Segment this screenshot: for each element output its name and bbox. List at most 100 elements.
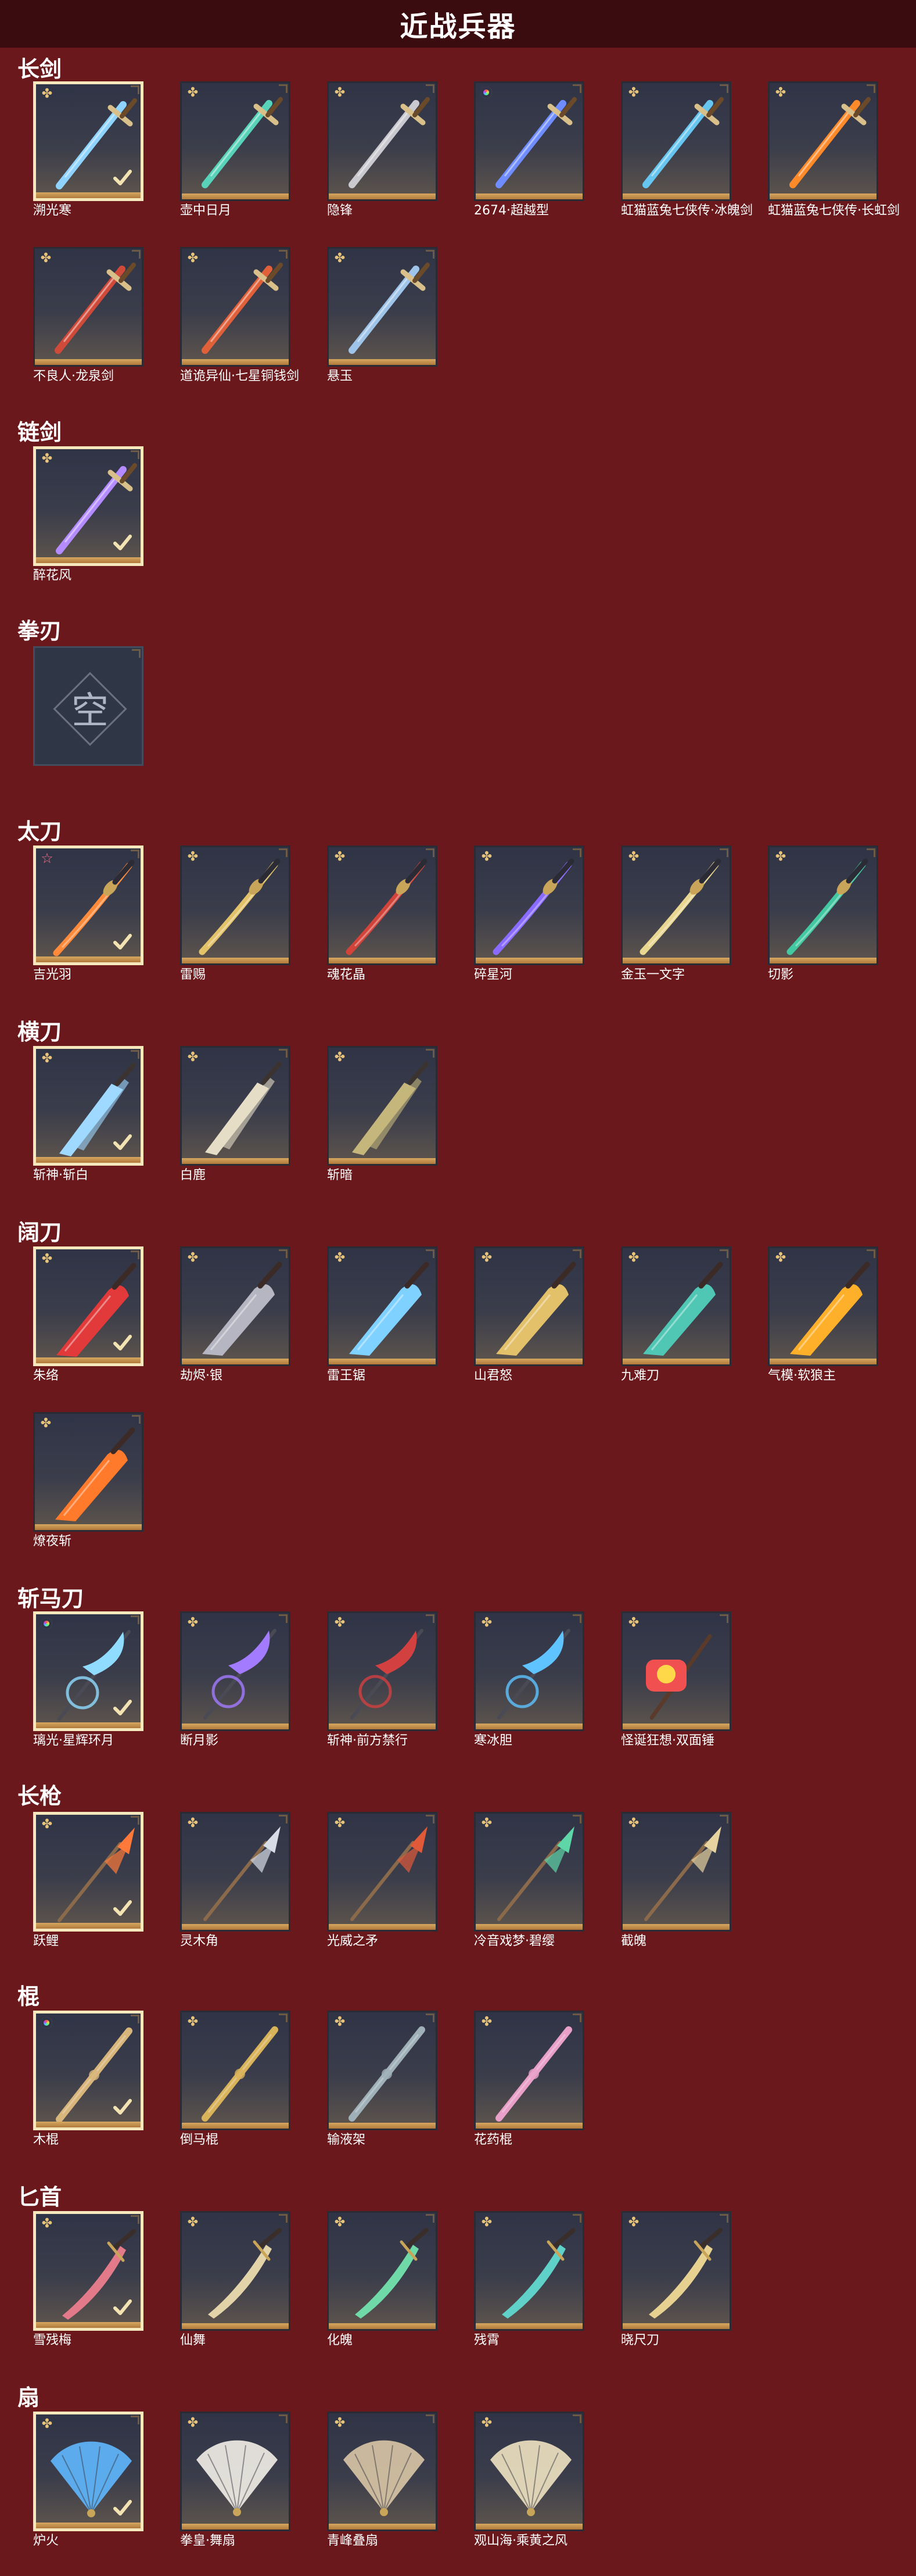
weapon-image [346,858,428,955]
weapon-card[interactable]: ✤ 醉花风 [33,446,147,583]
weapon-card[interactable]: ✤ 气模·软狼主 [768,1246,882,1383]
weapon-frame: ✤ [180,247,290,367]
weapon-image [786,858,868,955]
rarity-rainbow-icon [41,1618,52,1629]
weapon-card[interactable]: ✤ 观山海·乘黄之风 [474,2412,588,2548]
weapon-card[interactable]: ✤ 炉火 [33,2412,147,2548]
weapon-card[interactable]: 2674·超越型 [474,81,588,218]
weapon-card[interactable]: ☆ 吉光羽 [33,845,147,982]
rarity-bar [329,958,436,963]
rarity-bar [182,958,289,963]
weapon-card[interactable]: ✤ 跃鲤 [33,1812,147,1948]
weapon-frame: ✤ [327,2211,437,2331]
weapon-card[interactable]: ✤ 灵木角 [180,1812,294,1948]
weapon-card[interactable]: ✤ 残霄 [474,2211,588,2348]
weapon-card[interactable]: ✤ 魂花晶 [327,845,441,982]
weapon-image [497,1629,570,1719]
weapon-card[interactable]: ✤ 悬玉 [327,247,441,384]
weapon-card[interactable]: ✤ 山君怒 [474,1246,588,1383]
weapon-image [643,1262,723,1356]
category-title: 链剑 [17,420,62,445]
weapon-card[interactable]: ✤ 雪残梅 [33,2211,147,2348]
rarity-rune-icon: ✤ [41,452,53,466]
weapon-card[interactable]: 璃光·星辉环月 [33,1611,147,1748]
weapon-card[interactable]: ✤ 断月影 [180,1611,294,1748]
rarity-rainbow-icon [41,2017,52,2029]
weapon-card[interactable]: ✤ 冷音戏梦·碧缨 [474,1812,588,1948]
weapon-card[interactable]: ✤ 花药棍 [474,2011,588,2147]
weapon-card[interactable]: ✤ 晓尺刀 [621,2211,735,2348]
weapon-card[interactable]: ✤ 化魄 [327,2211,441,2348]
weapon-card[interactable]: ✤ 道诡异仙·七星铜钱剑 [180,247,299,384]
rarity-rune-icon: ✤ [775,850,786,864]
weapon-name: 斩暗 [327,1168,353,1183]
weapon-card[interactable]: ✤ 倒马棍 [180,2011,294,2147]
weapon-card[interactable]: ✤ 斩暗 [327,1046,441,1183]
rarity-bar [329,194,436,199]
weapon-card[interactable]: ✤ 隐锋 [327,81,441,218]
weapon-image [350,1629,423,1719]
weapon-card[interactable]: ✤ 斩神·前方禁行 [327,1611,441,1748]
weapon-card[interactable]: ✤ 九难刀 [621,1246,735,1383]
weapon-card[interactable]: ✤ 溯光寒 [33,81,147,218]
weapon-card[interactable]: ✤ 怪诞狂想·双面锤 [621,1611,735,1748]
rarity-rune-icon: ✤ [187,2416,199,2430]
weapon-card[interactable]: ✤ 虹猫蓝兔七侠传·长虹剑 [768,81,900,218]
weapon-card[interactable]: ✤ 燎夜斩 [33,1412,147,1549]
weapon-image [649,2228,723,2319]
weapon-frame: ✤ [327,81,437,201]
weapon-card[interactable]: ✤ 壶中日月 [180,81,294,218]
rarity-bar [329,2123,436,2129]
weapon-image [349,263,430,354]
rarity-rune-icon: ✤ [40,251,52,266]
weapon-card[interactable]: ✤ 切影 [768,845,882,982]
weapon-name: 截魄 [621,1934,647,1948]
weapon-card[interactable]: ✤ 朱络 [33,1246,147,1383]
page-title: 近战兵器 [400,10,516,43]
weapon-card[interactable]: ✤ 虹猫蓝兔七侠传·冰魄剑 [621,81,753,218]
rarity-bar [36,956,141,962]
weapon-card[interactable]: ✤ 碎星河 [474,845,588,982]
weapon-frame: ✤ [33,2412,143,2531]
rarity-bar [476,958,583,963]
weapon-card[interactable]: ✤ 输液架 [327,2011,441,2147]
weapon-frame: ✤ [327,845,437,965]
rarity-bar [623,1359,730,1364]
rarity-rune-icon: ✤ [41,2417,53,2431]
rarity-bar [623,1724,730,1729]
weapon-card[interactable]: ✤ 金玉一文字 [621,845,735,982]
weapon-card[interactable]: ✤ 斩神·斩白 [33,1046,147,1183]
page-header: 近战兵器 [0,0,916,48]
weapon-card[interactable]: ✤ 拳皇·舞扇 [180,2412,294,2548]
weapon-card[interactable]: ✤ 雷赐 [180,845,294,982]
rarity-bar [36,2523,141,2528]
weapon-frame: ✤ [621,81,731,201]
weapon-card[interactable]: ✤ 白鹿 [180,1046,294,1183]
rarity-rune-icon: ✤ [334,2015,346,2029]
weapon-frame: ✤ [474,1246,584,1366]
rarity-bar [36,1722,141,1728]
weapon-card[interactable]: ✤ 青峰叠扇 [327,2412,441,2548]
empty-weapon-slot[interactable]: 空 [33,646,147,773]
weapon-card[interactable]: 木棍 [33,2011,147,2147]
category-title: 长剑 [17,56,62,82]
weapon-image [497,1826,574,1921]
weapon-card[interactable]: ✤ 光威之矛 [327,1812,441,1948]
weapon-card[interactable]: ✤ 截魄 [621,1812,735,1948]
rarity-rune-icon: ✤ [187,251,199,266]
weapon-frame: ✤ [474,845,584,965]
rarity-bar [329,1724,436,1729]
weapon-frame: ✤ [33,2211,143,2331]
rarity-bar [476,1924,583,1930]
weapon-card[interactable]: ✤ 仙舞 [180,2211,294,2348]
weapon-card[interactable]: ✤ 不良人·龙泉剑 [33,247,147,384]
rarity-rune-icon: ✤ [481,1615,493,1630]
weapon-card[interactable]: ✤ 寒冰胆 [474,1611,588,1748]
weapon-card[interactable]: ✤ 雷王锯 [327,1246,441,1383]
weapon-card[interactable]: ✤ 劫烬·银 [180,1246,294,1383]
category-title: 扇 [17,2385,40,2410]
weapon-frame: ✤ [33,1246,143,1366]
weapon-frame: ✤ [474,1812,584,1932]
equipped-check-icon [113,2299,132,2315]
weapon-image [495,97,577,188]
